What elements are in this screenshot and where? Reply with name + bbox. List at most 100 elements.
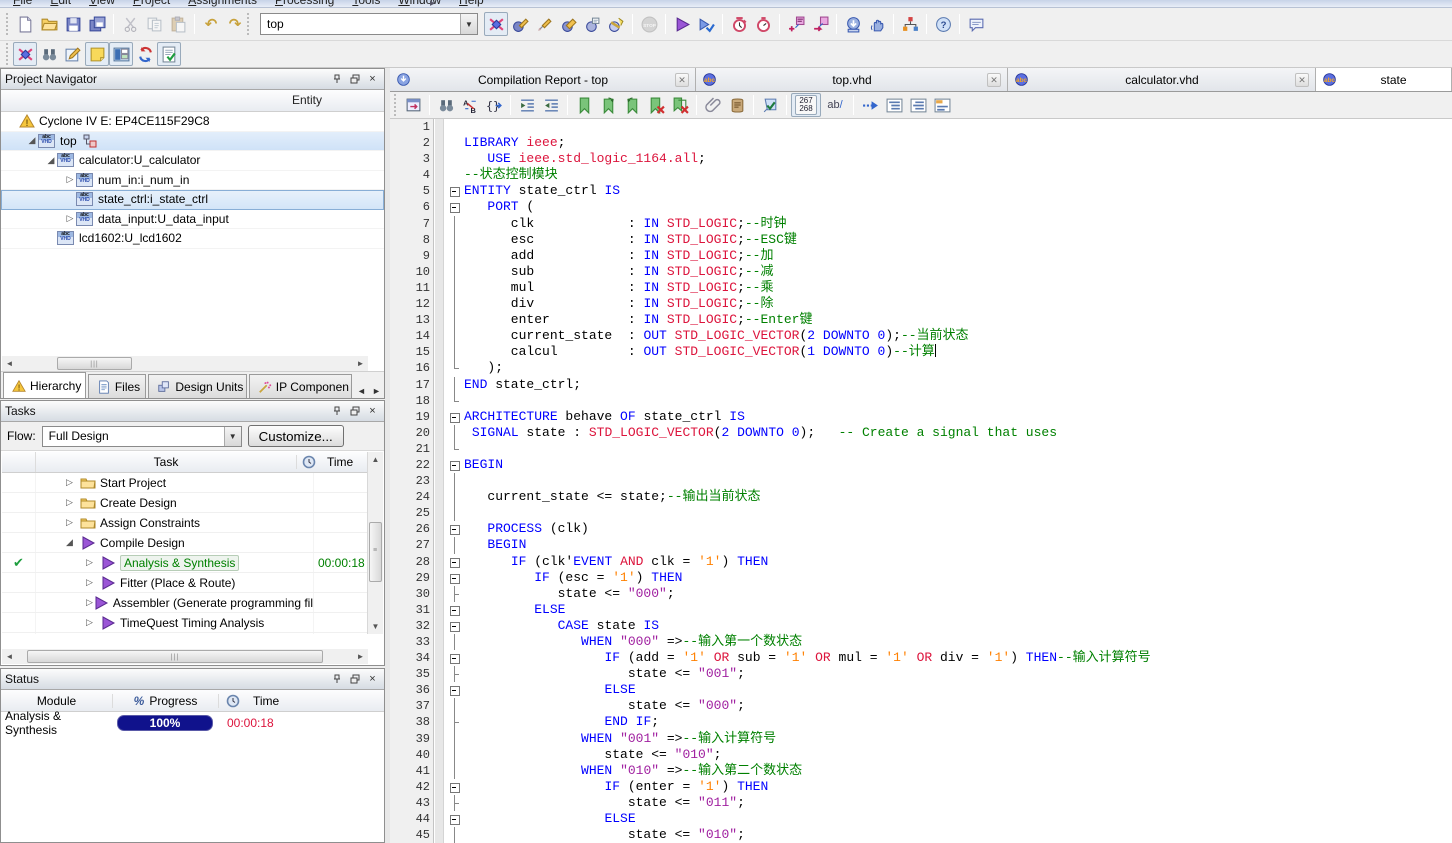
code-line-3[interactable]: 3 USE ieee.std_logic_1164.all; — [390, 151, 1452, 167]
code-line-26[interactable]: 26 PROCESS (clk) — [390, 521, 1452, 537]
fold-marker[interactable] — [448, 457, 462, 473]
code-line-15[interactable]: 15 calcul : OUT STD_LOGIC_VECTOR(1 DOWNT… — [390, 344, 1452, 360]
replace-window-icon[interactable] — [401, 93, 425, 117]
entity-column-header[interactable]: Entity — [1, 90, 384, 112]
expander-open-icon[interactable]: ◢ — [66, 537, 80, 548]
code-line-11[interactable]: 11 mul : IN STD_LOGIC;--乘 — [390, 280, 1452, 296]
find-icon[interactable] — [434, 93, 458, 117]
code-line-28[interactable]: 28 IF (clk'EVENT AND clk = '1') THEN — [390, 554, 1452, 570]
code-line-27[interactable]: 27 BEGIN — [390, 537, 1452, 553]
float-icon[interactable] — [347, 72, 362, 86]
code-line-39[interactable]: 39 WHEN "001" =>--输入计算符号 — [390, 731, 1452, 747]
code-line-7[interactable]: 7 clk : IN STD_LOGIC;--时钟 — [390, 216, 1452, 232]
code-line-43[interactable]: 43 state <= "011"; — [390, 795, 1452, 811]
code-line-5[interactable]: 5ENTITY state_ctrl IS — [390, 183, 1452, 199]
scroll-left-icon[interactable]: ◄ — [2, 652, 17, 661]
code-line-29[interactable]: 29 IF (esc = '1') THEN — [390, 570, 1452, 586]
navigator-tab-design-units[interactable]: Design Units — [148, 374, 246, 398]
scroll-right-icon[interactable]: ► — [353, 652, 368, 661]
bookmark-prev-icon[interactable] — [620, 93, 644, 117]
code-line-13[interactable]: 13 enter : IN STD_LOGIC;--Enter键 — [390, 312, 1452, 328]
new-project-wizard-icon[interactable] — [13, 42, 37, 66]
start-analysis-icon[interactable] — [694, 12, 718, 36]
tasks-vscrollbar[interactable]: ▲ ≡ ▼ — [367, 452, 383, 634]
code-line-14[interactable]: 14 current_state : OUT STD_LOGIC_VECTOR(… — [390, 328, 1452, 344]
float-icon[interactable] — [347, 404, 362, 418]
feedback-icon[interactable] — [964, 12, 988, 36]
menu-item-window[interactable]: Window — [389, 0, 450, 8]
save-all-icon[interactable] — [85, 12, 109, 36]
open-file-icon[interactable] — [37, 12, 61, 36]
settings-edit-icon[interactable] — [580, 12, 604, 36]
tree-item-Cyclone IV E[interactable]: !Cyclone IV E: EP4CE115F29C8 — [1, 112, 384, 132]
fold-marker[interactable] — [448, 618, 462, 634]
tree-item-state_ctrl[interactable]: abcVHDstate_ctrl:i_state_ctrl — [1, 190, 384, 210]
line-counter-icon[interactable]: 267268 — [791, 93, 821, 117]
code-line-30[interactable]: 30 state <= "000"; — [390, 586, 1452, 602]
fold-marker[interactable] — [448, 811, 462, 827]
code-line-35[interactable]: 35 state <= "001"; — [390, 666, 1452, 682]
code-line-21[interactable]: 21 — [390, 441, 1452, 457]
find-icon[interactable] — [37, 42, 61, 66]
goto-brace-icon[interactable]: {} — [482, 93, 506, 117]
fold-marker[interactable] — [448, 554, 462, 570]
code-line-32[interactable]: 32 CASE state IS — [390, 618, 1452, 634]
code-line-4[interactable]: 4--状态控制模块 — [390, 167, 1452, 183]
code-line-23[interactable]: 23 — [390, 473, 1452, 489]
attach-icon[interactable] — [701, 93, 725, 117]
code-line-31[interactable]: 31 ELSE — [390, 602, 1452, 618]
redo-icon[interactable]: ↷ — [223, 12, 247, 36]
menu-item-help[interactable]: Help — [450, 0, 493, 8]
expander-closed-icon[interactable]: ▷ — [86, 577, 100, 588]
close-icon[interactable]: × — [365, 72, 380, 86]
code-line-42[interactable]: 42 IF (enter = '1') THEN — [390, 779, 1452, 795]
menu-item-view[interactable]: View — [80, 0, 124, 8]
code-line-45[interactable]: 45 state <= "010"; — [390, 827, 1452, 843]
close-tab-icon[interactable]: ✕ — [1295, 73, 1309, 87]
toolbar-grip[interactable] — [6, 43, 10, 65]
indent-icon[interactable] — [515, 93, 539, 117]
notes-icon[interactable] — [85, 42, 109, 66]
module-column-header[interactable]: Module — [1, 694, 113, 708]
tree-item-num_in[interactable]: ▷abcVHDnum_in:i_num_in — [1, 171, 384, 191]
time-column-header[interactable]: Time — [219, 693, 384, 709]
chevron-down-icon[interactable]: ▼ — [224, 427, 241, 446]
task-row-assign-constraints[interactable]: ▷Assign Constraints — [2, 513, 383, 533]
menu-item-assignments[interactable]: Assignments — [179, 0, 266, 8]
timer-icon[interactable] — [751, 12, 775, 36]
bookmark-next-icon[interactable] — [596, 93, 620, 117]
chip-planner-icon[interactable] — [898, 12, 922, 36]
menu-overflow-icon[interactable]: ▸ — [430, 0, 435, 8]
outline-3-icon[interactable] — [930, 93, 954, 117]
code-line-44[interactable]: 44 ELSE — [390, 811, 1452, 827]
task-status-column[interactable] — [2, 452, 36, 472]
editor-tab-top.vhd[interactable]: abctop.vhd✕ — [696, 68, 1008, 91]
navigator-hscrollbar[interactable]: ◄ ||| ► — [2, 356, 368, 371]
task-row-compile-design[interactable]: ◢Compile Design — [2, 533, 383, 553]
fold-marker[interactable] — [448, 199, 462, 215]
code-line-24[interactable]: 24 current_state <= state;--输出当前状态 — [390, 489, 1452, 505]
tab-scroll-left-icon[interactable]: ◄ — [354, 384, 369, 398]
fold-marker[interactable] — [448, 521, 462, 537]
pin-icon[interactable] — [329, 404, 344, 418]
customize-button[interactable]: Customize... — [248, 425, 344, 447]
scroll-right-icon[interactable]: ► — [353, 359, 368, 368]
task-row-start-project[interactable]: ▷Start Project — [2, 473, 383, 493]
new-project-wizard-icon[interactable] — [484, 12, 508, 36]
help-icon[interactable]: ? — [931, 12, 955, 36]
tab-scroll-right-icon[interactable]: ► — [369, 384, 384, 398]
code-line-19[interactable]: 19ARCHITECTURE behave OF state_ctrl IS — [390, 409, 1452, 425]
code-line-20[interactable]: 20 SIGNAL state : STD_LOGIC_VECTOR(2 DOW… — [390, 425, 1452, 441]
code-editor[interactable]: 12LIBRARY ieee;3 USE ieee.std_logic_1164… — [390, 119, 1452, 843]
task-row[interactable]: ▷ — [2, 633, 383, 634]
expander-closed-icon[interactable]: ▷ — [64, 213, 76, 224]
signal-tap-icon[interactable] — [865, 12, 889, 36]
code-line-34[interactable]: 34 IF (add = '1' OR sub = '1' OR mul = '… — [390, 650, 1452, 666]
task-check-icon[interactable] — [157, 42, 181, 66]
expander-closed-icon[interactable]: ▷ — [66, 497, 80, 508]
pin-icon[interactable] — [329, 72, 344, 86]
task-column-header[interactable]: Task — [36, 455, 297, 469]
expander-closed-icon[interactable]: ▷ — [86, 617, 100, 628]
menu-item-processing[interactable]: Processing — [266, 0, 343, 8]
fold-marker[interactable] — [448, 570, 462, 586]
